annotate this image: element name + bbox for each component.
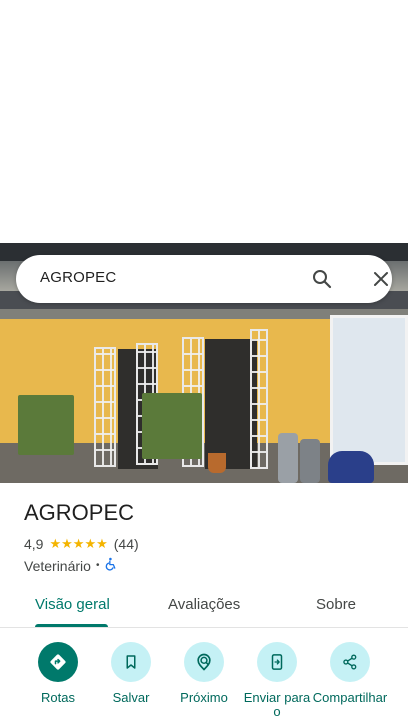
rating-value: 4,9: [24, 536, 44, 552]
star-icon: ★: [49, 536, 62, 551]
send-to-phone-icon[interactable]: [257, 642, 297, 682]
photo-container: [328, 451, 374, 483]
share-icon[interactable]: [330, 642, 370, 682]
nearby-icon[interactable]: [184, 642, 224, 682]
nearby-label: Próximo: [180, 690, 228, 705]
photo-barrel: [278, 433, 298, 483]
nearby-button[interactable]: Próximo: [166, 642, 242, 705]
photo-plant-shelf: [142, 393, 202, 459]
star-rating: ★ ★ ★ ★ ★: [49, 537, 107, 551]
share-button[interactable]: Compartilhar: [312, 642, 388, 705]
action-bar: Rotas Salvar Próximo Enviar para o Compa…: [0, 642, 408, 726]
directions-icon[interactable]: [38, 642, 78, 682]
wheelchair-icon: [104, 557, 118, 574]
close-icon[interactable]: [369, 267, 393, 291]
separator-dot: •: [95, 560, 100, 571]
review-count[interactable]: (44): [114, 536, 139, 552]
share-label: Compartilhar: [312, 690, 388, 705]
place-title: AGROPEC: [24, 500, 135, 525]
directions-label: Rotas: [41, 690, 75, 705]
send-to-phone-button[interactable]: Enviar para o: [239, 642, 315, 719]
rating-row[interactable]: 4,9 ★ ★ ★ ★ ★ (44): [24, 536, 139, 552]
tab-reviews[interactable]: Avaliações: [168, 596, 240, 613]
photo-window: [330, 315, 408, 465]
place-category: Veterinário: [24, 557, 91, 574]
photo-pot: [208, 453, 226, 473]
star-icon: ★: [96, 536, 108, 551]
save-button[interactable]: Salvar: [93, 642, 169, 705]
photo-grate: [94, 347, 116, 467]
send-to-phone-label: Enviar para o: [243, 690, 311, 719]
search-bar[interactable]: AGROPEC: [16, 255, 392, 303]
photo-plant-shelf: [18, 395, 74, 455]
photo-grate: [250, 329, 268, 469]
tab-bar: Visão geral Avaliações Sobre: [0, 588, 408, 628]
search-icon[interactable]: [310, 267, 334, 291]
save-label: Salvar: [112, 690, 150, 705]
active-tab-indicator: [35, 624, 108, 627]
category-row: Veterinário •: [24, 557, 118, 574]
star-icon: ★: [61, 536, 73, 551]
star-icon: ★: [72, 536, 85, 551]
bookmark-icon[interactable]: [111, 642, 151, 682]
photo-barrel: [300, 439, 320, 483]
tab-overview[interactable]: Visão geral: [35, 596, 110, 613]
directions-button[interactable]: Rotas: [20, 642, 96, 705]
tab-about[interactable]: Sobre: [316, 596, 356, 613]
star-icon: ★: [84, 536, 97, 551]
search-input[interactable]: AGROPEC: [40, 269, 116, 286]
